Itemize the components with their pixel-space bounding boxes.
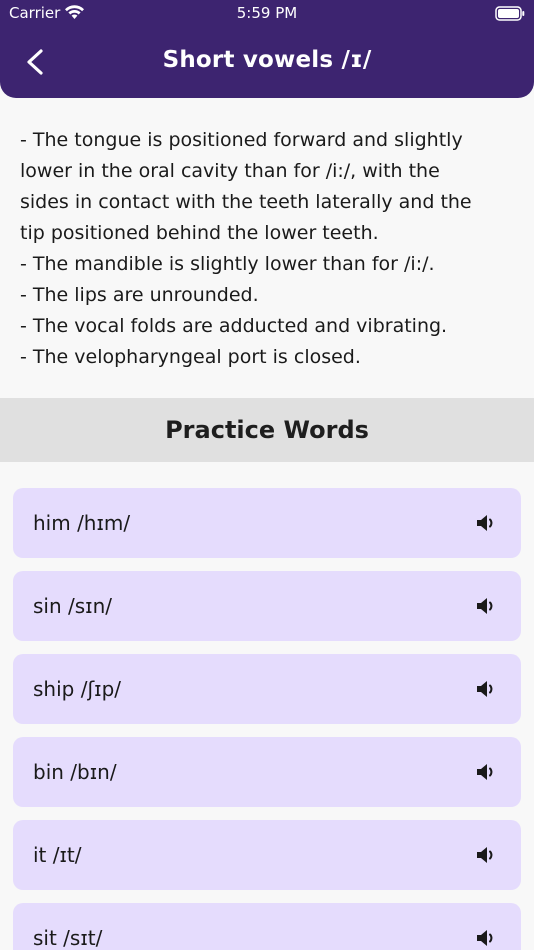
description-line: sides in contact with the teeth laterall… bbox=[20, 191, 472, 213]
articulation-description: - The tongue is positioned forward and s… bbox=[20, 125, 520, 373]
description-line: - The lips are unrounded. bbox=[20, 284, 259, 306]
word-card-sit[interactable]: sit /sɪt/ bbox=[13, 903, 521, 950]
battery-icon bbox=[495, 6, 525, 21]
word-text: him /hɪm/ bbox=[33, 511, 131, 535]
word-text: sit /sɪt/ bbox=[33, 926, 103, 950]
word-text: it /ɪt/ bbox=[33, 843, 82, 867]
section-title: Practice Words bbox=[165, 416, 369, 444]
app-header: Carrier 5:59 PM Short vowels /ɪ/ bbox=[0, 0, 534, 98]
speaker-icon[interactable] bbox=[475, 844, 497, 866]
speaker-icon[interactable] bbox=[475, 512, 497, 534]
description-line: - The vocal folds are adducted and vibra… bbox=[20, 315, 448, 337]
description-line: - The velopharyngeal port is closed. bbox=[20, 346, 361, 368]
word-card-bin[interactable]: bin /bɪn/ bbox=[13, 737, 521, 807]
speaker-icon[interactable] bbox=[475, 927, 497, 949]
description-line: - The tongue is positioned forward and s… bbox=[20, 129, 463, 151]
practice-words-header: Practice Words bbox=[0, 398, 534, 462]
word-card-sin[interactable]: sin /sɪn/ bbox=[13, 571, 521, 641]
speaker-icon[interactable] bbox=[475, 595, 497, 617]
page-title: Short vowels /ɪ/ bbox=[162, 47, 372, 73]
word-text: sin /sɪn/ bbox=[33, 594, 113, 618]
practice-word-list: him /hɪm/ sin /sɪn/ ship /ʃɪp/ bin /bɪn/… bbox=[13, 488, 521, 950]
speaker-icon[interactable] bbox=[475, 678, 497, 700]
description-line: - The mandible is slightly lower than fo… bbox=[20, 253, 435, 275]
word-card-him[interactable]: him /hɪm/ bbox=[13, 488, 521, 558]
description-line: lower in the oral cavity than for /i:/, … bbox=[20, 160, 440, 182]
speaker-icon[interactable] bbox=[475, 761, 497, 783]
status-bar: Carrier 5:59 PM bbox=[0, 0, 534, 28]
word-card-ship[interactable]: ship /ʃɪp/ bbox=[13, 654, 521, 724]
clock: 5:59 PM bbox=[236, 4, 298, 22]
word-text: ship /ʃɪp/ bbox=[33, 677, 122, 701]
description-line: tip positioned behind the lower teeth. bbox=[20, 222, 379, 244]
word-card-it[interactable]: it /ɪt/ bbox=[13, 820, 521, 890]
word-text: bin /bɪn/ bbox=[33, 760, 117, 784]
